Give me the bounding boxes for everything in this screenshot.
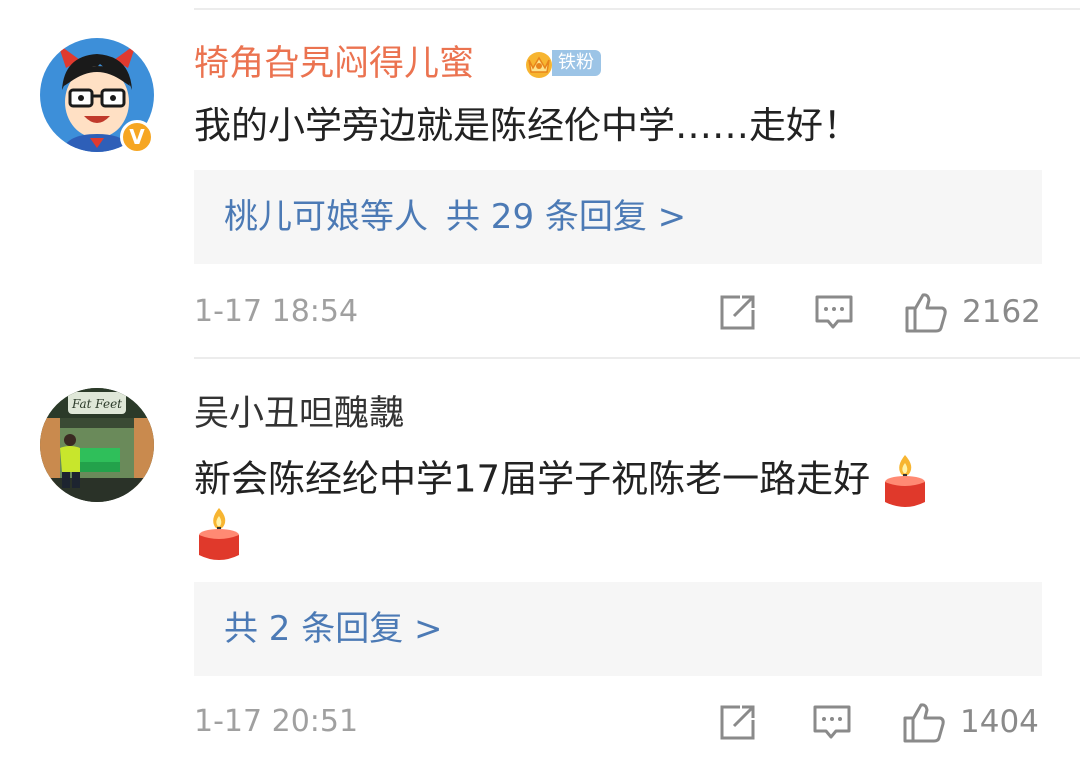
share-icon xyxy=(720,295,755,330)
candle-emoji xyxy=(884,455,925,507)
timestamp: 1-17 20:51 xyxy=(194,704,359,739)
candle-emoji xyxy=(199,508,239,560)
like-icon xyxy=(903,703,945,743)
fan-badge[interactable]: 铁粉 xyxy=(522,46,601,80)
divider xyxy=(194,357,1080,359)
like-count: 1404 xyxy=(960,704,1039,740)
avatar[interactable]: Fat Feet xyxy=(40,388,154,502)
fan-badge-label: 铁粉 xyxy=(552,50,601,76)
like-button[interactable]: 2162 xyxy=(904,290,1041,334)
reply-users[interactable]: 桃儿可娘等人 xyxy=(224,197,428,237)
comment-text: 新会陈经纶中学17届学子祝陈老一路走好 xyxy=(194,452,928,510)
share-button[interactable] xyxy=(718,290,758,334)
reply-summary[interactable]: 桃儿可娘等人共 29 条回复 > xyxy=(224,195,686,239)
reply-count-link[interactable]: 共 29 条回复 > xyxy=(446,197,686,237)
comment-text-body: 新会陈经纶中学17届学子祝陈老一路走好 xyxy=(194,457,871,501)
comment-footer: 1-17 20:51 1404 xyxy=(194,700,1042,744)
like-button[interactable]: 1404 xyxy=(902,700,1039,744)
reply-count-link[interactable]: 共 2 条回复 > xyxy=(224,609,443,649)
username[interactable]: 犄角旮旯闷得儿蜜 xyxy=(194,42,474,86)
like-icon xyxy=(905,293,947,333)
comment-icon xyxy=(815,295,853,329)
reply-summary[interactable]: 共 2 条回复 > xyxy=(224,607,443,651)
comment-icon xyxy=(813,705,851,739)
share-icon xyxy=(720,705,755,740)
comment-button[interactable] xyxy=(814,290,854,334)
comment-list: V 犄角旮旯闷得儿蜜 铁粉 我的小学旁边就是陈经伦中学……走好！ 桃儿可娘等人共… xyxy=(0,0,1080,762)
divider xyxy=(194,8,1080,10)
crown-icon xyxy=(526,52,552,78)
reply-preview[interactable]: 桃儿可娘等人共 29 条回复 > xyxy=(194,170,1042,264)
comment-button[interactable] xyxy=(812,700,852,744)
comment-footer: 1-17 18:54 2162 xyxy=(194,290,1042,334)
like-count: 2162 xyxy=(962,294,1041,330)
username[interactable]: 吴小丑呾醜魗 xyxy=(194,392,404,436)
svg-text:Fat Feet: Fat Feet xyxy=(71,397,122,411)
verified-badge-icon: V xyxy=(120,120,154,154)
comment-text-continued xyxy=(196,505,242,563)
comment-text: 我的小学旁边就是陈经伦中学……走好！ xyxy=(194,104,860,147)
share-button[interactable] xyxy=(718,700,758,744)
timestamp: 1-17 18:54 xyxy=(194,294,359,329)
reply-preview[interactable]: 共 2 条回复 > xyxy=(194,582,1042,676)
